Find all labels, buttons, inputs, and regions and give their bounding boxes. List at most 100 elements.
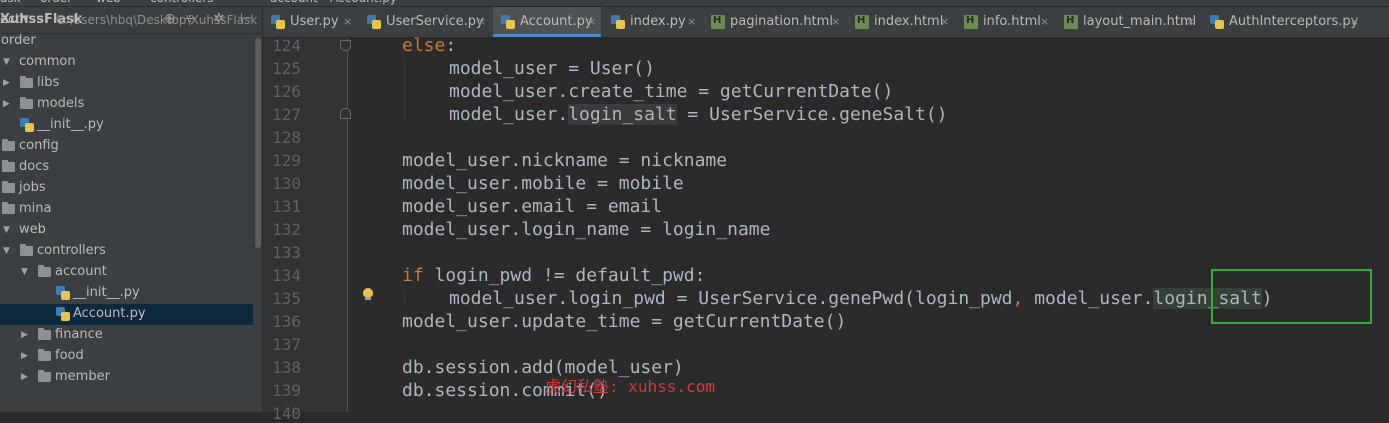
python-file-icon: [56, 286, 70, 300]
folder-item[interactable]: ▶ libs: [0, 73, 253, 94]
chevron-right-icon[interactable]: ▶: [21, 351, 28, 361]
folder-icon: [20, 244, 33, 256]
folder-item[interactable]: ▼ common: [0, 52, 253, 73]
line-number: 130: [272, 174, 301, 193]
editor-tab[interactable]: User.py ×: [263, 7, 357, 37]
close-icon[interactable]: ×: [1186, 15, 1195, 28]
chevron-down-icon[interactable]: ▼: [3, 225, 10, 235]
folder-item[interactable]: ▶ member: [0, 367, 253, 388]
tab-label: AuthInterceptors.py: [1229, 14, 1359, 29]
folder-item[interactable]: ▶ finance: [0, 325, 253, 346]
fold-marker-icon[interactable]: [340, 40, 351, 51]
folder-icon: [20, 76, 33, 88]
python-file-icon: [501, 15, 515, 29]
file-item[interactable]: __init__.py: [0, 283, 253, 304]
editor-tab[interactable]: index.html×: [847, 7, 954, 37]
gutter-divider: [347, 38, 348, 412]
line-number: 134: [272, 266, 301, 285]
close-icon[interactable]: ×: [831, 15, 840, 28]
line-number: 131: [272, 197, 301, 216]
folder-item[interactable]: XuhssFlask C:\Users\hbq\Desktop\XuhssFlas…: [0, 10, 257, 31]
code-line: model_user.login_salt = UserService.gene…: [449, 104, 948, 125]
folder-item[interactable]: ▶ food: [0, 346, 253, 367]
close-icon[interactable]: ×: [587, 15, 596, 28]
close-icon[interactable]: ×: [343, 15, 352, 28]
tree-item-label: __init__.py: [73, 285, 140, 300]
html-file-icon: [1064, 15, 1078, 29]
line-number: 126: [272, 82, 301, 101]
breadcrumb-item[interactable]: controllers: [150, 0, 214, 5]
close-icon[interactable]: ×: [1040, 15, 1049, 28]
line-number: 139: [272, 381, 301, 400]
breadcrumb-item[interactable]: account: [270, 0, 318, 5]
editor-tab[interactable]: AuthInterceptors.py ×: [1202, 7, 1364, 37]
chevron-right-icon[interactable]: ▶: [3, 99, 10, 109]
line-number: 124: [272, 36, 301, 55]
code-line: model_user.update_time = getCurrentDate(…: [402, 311, 847, 332]
folder-item[interactable]: ▶ models: [0, 94, 253, 115]
breadcrumb-item[interactable]: Account.py: [330, 0, 397, 5]
close-icon[interactable]: ×: [940, 15, 949, 28]
chevron-right-icon[interactable]: ▶: [21, 372, 28, 382]
breadcrumb-item[interactable]: web: [96, 0, 121, 5]
close-icon[interactable]: ×: [1350, 15, 1359, 28]
code-line: model_user.mobile = mobile: [402, 173, 684, 194]
chevron-down-icon[interactable]: ▼: [3, 246, 10, 256]
line-number: 132: [272, 220, 301, 239]
folder-item[interactable]: config: [0, 136, 253, 157]
line-number: 127: [272, 105, 301, 124]
html-file-icon: [711, 15, 725, 29]
editor-tab[interactable]: index.py ×: [603, 7, 701, 37]
line-number: 137: [272, 335, 301, 354]
editor-tab[interactable]: Account.py ×: [493, 7, 601, 37]
tree-item-label: common: [19, 54, 76, 69]
line-number: 133: [272, 243, 301, 262]
chevron-right-icon[interactable]: ▶: [3, 78, 10, 88]
line-number: 125: [272, 59, 301, 78]
folder-icon: [2, 139, 15, 151]
file-item[interactable]: __init__.py: [0, 115, 253, 136]
chevron-right-icon[interactable]: ▶: [21, 330, 28, 340]
python-file-icon: [271, 15, 285, 29]
editor-tab[interactable]: UserService.py ×: [359, 7, 491, 37]
html-file-icon: [855, 15, 869, 29]
tab-label: index.html: [874, 14, 944, 29]
project-scrollbar[interactable]: [254, 34, 262, 412]
line-number: 135: [272, 289, 301, 308]
folder-icon: [2, 160, 15, 172]
folder-item[interactable]: ▼ controllers: [0, 241, 253, 262]
code-line: model_user = User(): [449, 58, 655, 79]
file-item[interactable]: Account.py: [0, 304, 253, 325]
folder-item[interactable]: mina: [0, 199, 253, 220]
line-number: 136: [272, 312, 301, 331]
indent-guide: [404, 290, 405, 304]
tab-label: pagination.html: [730, 14, 833, 29]
tree-item-label: Account.py: [73, 306, 146, 321]
chevron-down-icon[interactable]: ▼: [3, 57, 10, 67]
tree-item-label: models: [37, 96, 85, 111]
fold-marker-icon[interactable]: [340, 108, 351, 119]
breadcrumb-item[interactable]: order: [40, 0, 72, 5]
chevron-down-icon[interactable]: ▼: [21, 267, 28, 277]
editor-tab[interactable]: layout_main.html×: [1056, 7, 1200, 37]
tree-item-label: account: [55, 264, 107, 279]
tree-item-label: member: [55, 369, 110, 384]
tab-label: UserService.py: [386, 14, 484, 29]
folder-item[interactable]: jobs: [0, 178, 253, 199]
folder-item[interactable]: docs: [0, 157, 253, 178]
tree-item-label: config: [19, 138, 59, 153]
breadcrumb-item[interactable]: ask: [0, 0, 21, 5]
scrollbar-thumb[interactable]: [255, 38, 261, 248]
folder-item[interactable]: ▼ web: [0, 220, 253, 241]
code-line: model_user.login_pwd = UserService.geneP…: [449, 288, 1273, 309]
lightbulb-icon[interactable]: [362, 288, 374, 300]
code-line: model_user.login_name = login_name: [402, 219, 771, 240]
code-line: else:: [402, 35, 457, 56]
folder-icon: [20, 97, 33, 109]
close-icon[interactable]: ×: [687, 15, 696, 28]
editor-tab[interactable]: info.html×: [956, 7, 1054, 37]
folder-item[interactable]: ▼ account: [0, 262, 253, 283]
close-icon[interactable]: ×: [477, 15, 486, 28]
folder-item[interactable]: order: [0, 31, 253, 52]
editor-tab[interactable]: pagination.html×: [703, 7, 845, 37]
